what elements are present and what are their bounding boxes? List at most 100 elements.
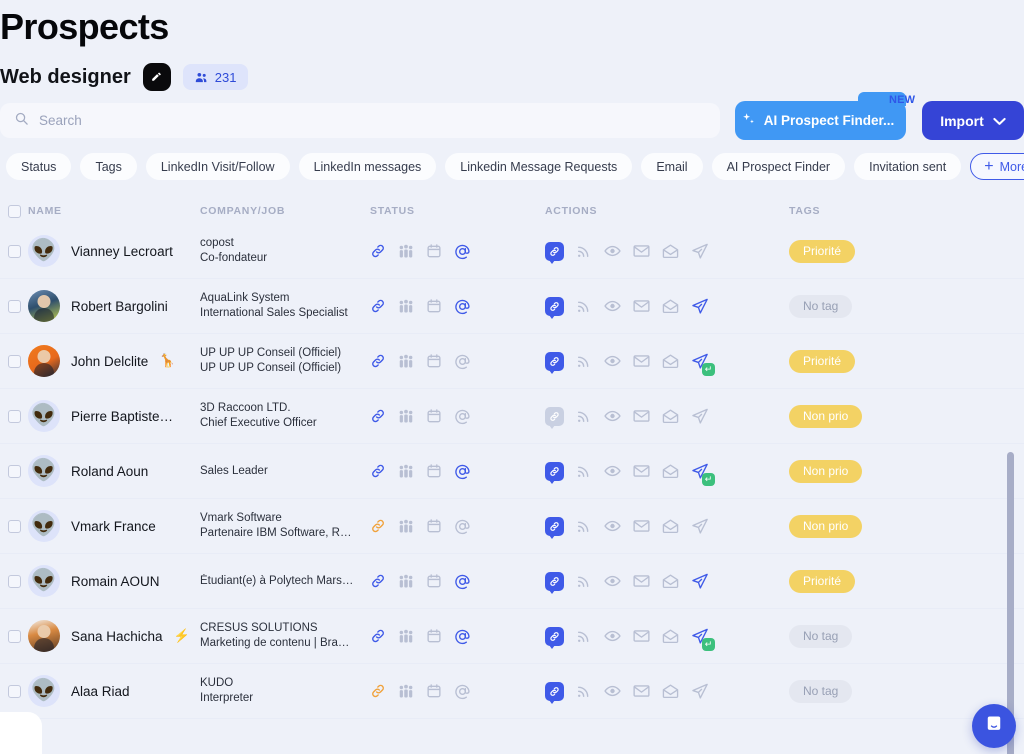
prospect-name-cell[interactable]: John Delclite 🦒 [28, 345, 200, 377]
envelope-icon[interactable] [633, 354, 650, 368]
at-icon[interactable] [454, 628, 471, 645]
table-row[interactable]: 👽 Romain AOUN Étudiant(e) à Polytech Mar… [0, 554, 1024, 609]
envelope-open-icon[interactable] [662, 408, 679, 424]
row-checkbox[interactable] [7, 574, 21, 588]
envelope-open-icon[interactable] [662, 463, 679, 479]
rss-icon[interactable] [576, 243, 592, 259]
link-badge-icon[interactable] [545, 296, 564, 319]
search-input[interactable] [39, 113, 706, 128]
people-icon[interactable] [398, 574, 414, 589]
filter-chip-email[interactable]: Email [641, 153, 703, 180]
people-icon[interactable] [398, 684, 414, 699]
calendar-icon[interactable] [426, 353, 442, 369]
status-badge[interactable]: Non prio [789, 404, 863, 428]
table-scrollbar-track[interactable] [1007, 224, 1019, 754]
row-checkbox[interactable] [7, 244, 21, 258]
at-icon[interactable] [454, 243, 471, 260]
row-checkbox[interactable] [7, 684, 21, 698]
rss-icon[interactable] [576, 298, 592, 314]
link-icon[interactable] [370, 298, 386, 314]
status-badge[interactable]: Priorité [789, 349, 856, 373]
envelope-open-icon[interactable] [662, 518, 679, 534]
status-badge[interactable]: Non prio [789, 459, 863, 483]
envelope-open-icon[interactable] [662, 243, 679, 259]
at-icon[interactable] [454, 573, 471, 590]
status-badge[interactable]: No tag [789, 294, 853, 318]
envelope-icon[interactable] [633, 629, 650, 643]
send-icon[interactable] [691, 517, 710, 536]
search-bar[interactable] [0, 103, 720, 138]
link-badge-icon[interactable] [545, 681, 564, 704]
table-row[interactable]: 👽 Alaa Riad KUDO Interpreter No tag [0, 664, 1024, 719]
envelope-icon[interactable] [633, 409, 650, 423]
table-row[interactable]: Sana Hachicha ⚡ CRESUS SOLUTIONS Marketi… [0, 609, 1024, 664]
link-icon[interactable] [370, 518, 386, 534]
row-checkbox[interactable] [7, 354, 21, 368]
calendar-icon[interactable] [426, 408, 442, 424]
eye-icon[interactable] [604, 464, 621, 478]
link-icon[interactable] [370, 628, 386, 644]
send-icon[interactable] [691, 407, 710, 426]
ai-prospect-finder-button[interactable]: AI Prospect Finder... [735, 92, 906, 140]
envelope-open-icon[interactable] [662, 683, 679, 699]
filter-chip-invitation-sent[interactable]: Invitation sent [854, 153, 962, 180]
eye-icon[interactable] [604, 409, 621, 423]
link-icon[interactable] [370, 463, 386, 479]
calendar-icon[interactable] [426, 243, 442, 259]
edit-campaign-button[interactable] [142, 63, 171, 91]
rss-icon[interactable] [576, 353, 592, 369]
status-badge[interactable]: Non prio [789, 514, 863, 538]
status-badge[interactable]: No tag [789, 679, 853, 703]
eye-icon[interactable] [604, 684, 621, 698]
rss-icon[interactable] [576, 573, 592, 589]
link-badge-icon[interactable] [545, 351, 564, 374]
rss-icon[interactable] [576, 518, 592, 534]
status-badge[interactable]: Priorité [789, 239, 856, 263]
eye-icon[interactable] [604, 244, 621, 258]
envelope-icon[interactable] [633, 519, 650, 533]
row-checkbox[interactable] [7, 629, 21, 643]
filter-chip-tags[interactable]: Tags [80, 153, 137, 180]
row-checkbox[interactable] [7, 464, 21, 478]
link-badge-icon[interactable] [545, 406, 564, 429]
calendar-icon[interactable] [426, 518, 442, 534]
filter-chip-status[interactable]: Status [6, 153, 72, 180]
at-icon[interactable] [454, 353, 471, 370]
table-row[interactable]: 👽 Pierre Baptiste… 3D Raccoon LTD. Chief… [0, 389, 1024, 444]
eye-icon[interactable] [604, 354, 621, 368]
people-icon[interactable] [398, 464, 414, 479]
prospect-name-cell[interactable]: 👽 Vianney Lecroart [28, 235, 200, 267]
people-icon[interactable] [398, 244, 414, 259]
rss-icon[interactable] [576, 628, 592, 644]
eye-icon[interactable] [604, 519, 621, 533]
select-all-checkbox[interactable] [7, 204, 21, 218]
prospect-name-cell[interactable]: 👽 Vmark France [28, 510, 200, 542]
envelope-icon[interactable] [633, 244, 650, 258]
prospect-name-cell[interactable]: 👽 Pierre Baptiste… [28, 400, 200, 432]
status-badge[interactable]: No tag [789, 624, 853, 648]
prospect-name-cell[interactable]: 👽 Roland Aoun [28, 455, 200, 487]
prospect-name-cell[interactable]: 👽 Alaa Riad [28, 675, 200, 707]
row-checkbox[interactable] [7, 409, 21, 423]
filter-chip-linkedin-messages[interactable]: LinkedIn messages [298, 153, 437, 180]
at-icon[interactable] [454, 408, 471, 425]
at-icon[interactable] [454, 298, 471, 315]
filter-chip-ai-prospect-finder[interactable]: AI Prospect Finder [711, 153, 846, 180]
prospect-name-cell[interactable]: Sana Hachicha ⚡ [28, 620, 200, 652]
envelope-open-icon[interactable] [662, 573, 679, 589]
envelope-open-icon[interactable] [662, 353, 679, 369]
send-icon[interactable] [691, 242, 710, 261]
envelope-icon[interactable] [633, 464, 650, 478]
table-row[interactable]: 👽 Roland Aoun Sales Leader ↵ Non prio [0, 444, 1024, 499]
table-row[interactable]: 👽 Vmark France Vmark Software Partenaire… [0, 499, 1024, 554]
send-icon[interactable]: ↵ [691, 627, 715, 651]
prospect-name-cell[interactable]: Robert Bargolini [28, 290, 200, 322]
calendar-icon[interactable] [426, 463, 442, 479]
calendar-icon[interactable] [426, 683, 442, 699]
link-badge-icon[interactable] [545, 626, 564, 649]
send-icon[interactable] [691, 572, 710, 591]
filter-chip-linkedin-visit-follow[interactable]: LinkedIn Visit/Follow [145, 153, 290, 180]
row-checkbox[interactable] [7, 519, 21, 533]
envelope-open-icon[interactable] [662, 298, 679, 314]
table-row[interactable]: 👽 Vianney Lecroart copost Co-fondateur P… [0, 224, 1024, 279]
